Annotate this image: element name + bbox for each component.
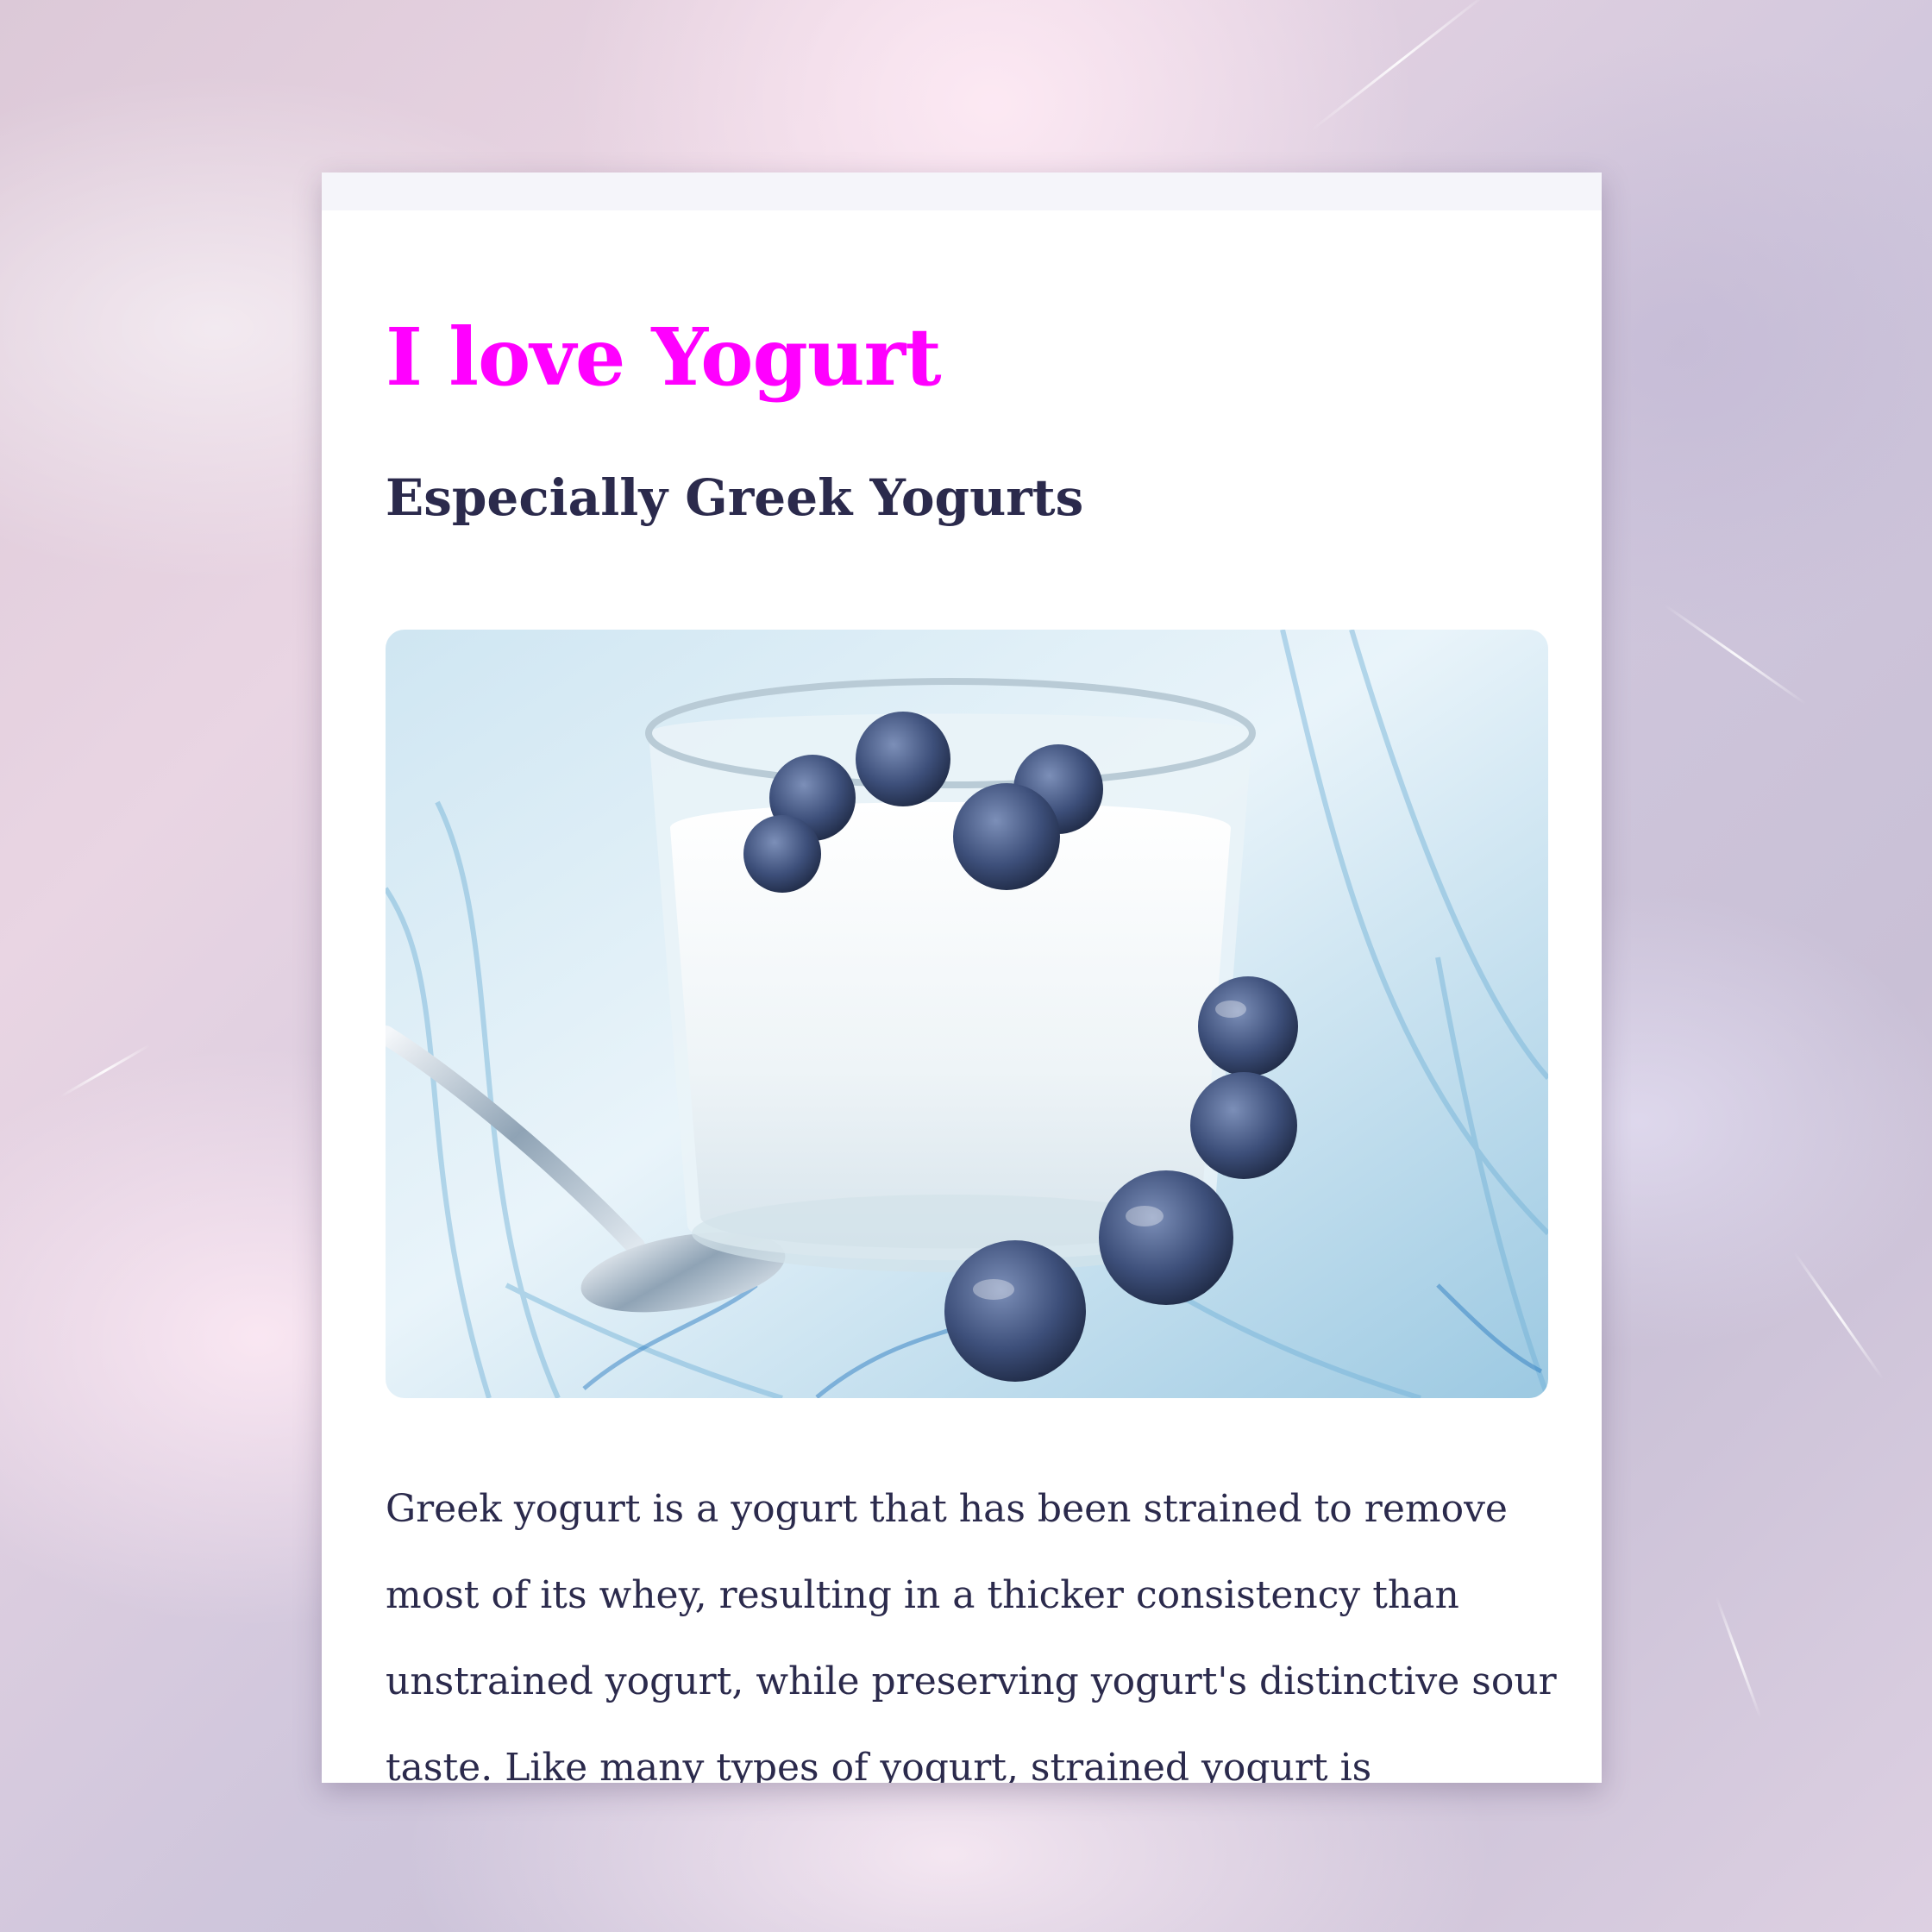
- page-title: I love Yogurt: [386, 310, 942, 404]
- body-paragraph: Greek yogurt is a yogurt that has been s…: [386, 1487, 1557, 1783]
- card-top-bar: [322, 172, 1602, 210]
- content-card: I love Yogurt Especially Greek Yogurts G…: [322, 172, 1602, 1783]
- light-streak: [1664, 604, 1807, 706]
- light-streak: [60, 1044, 151, 1098]
- light-streak: [1715, 1596, 1762, 1719]
- light-streak: [1310, 0, 1489, 132]
- page-subtitle: Especially Greek Yogurts: [386, 468, 1084, 527]
- light-streak: [1792, 1251, 1885, 1380]
- yogurt-photo: [386, 630, 1548, 1398]
